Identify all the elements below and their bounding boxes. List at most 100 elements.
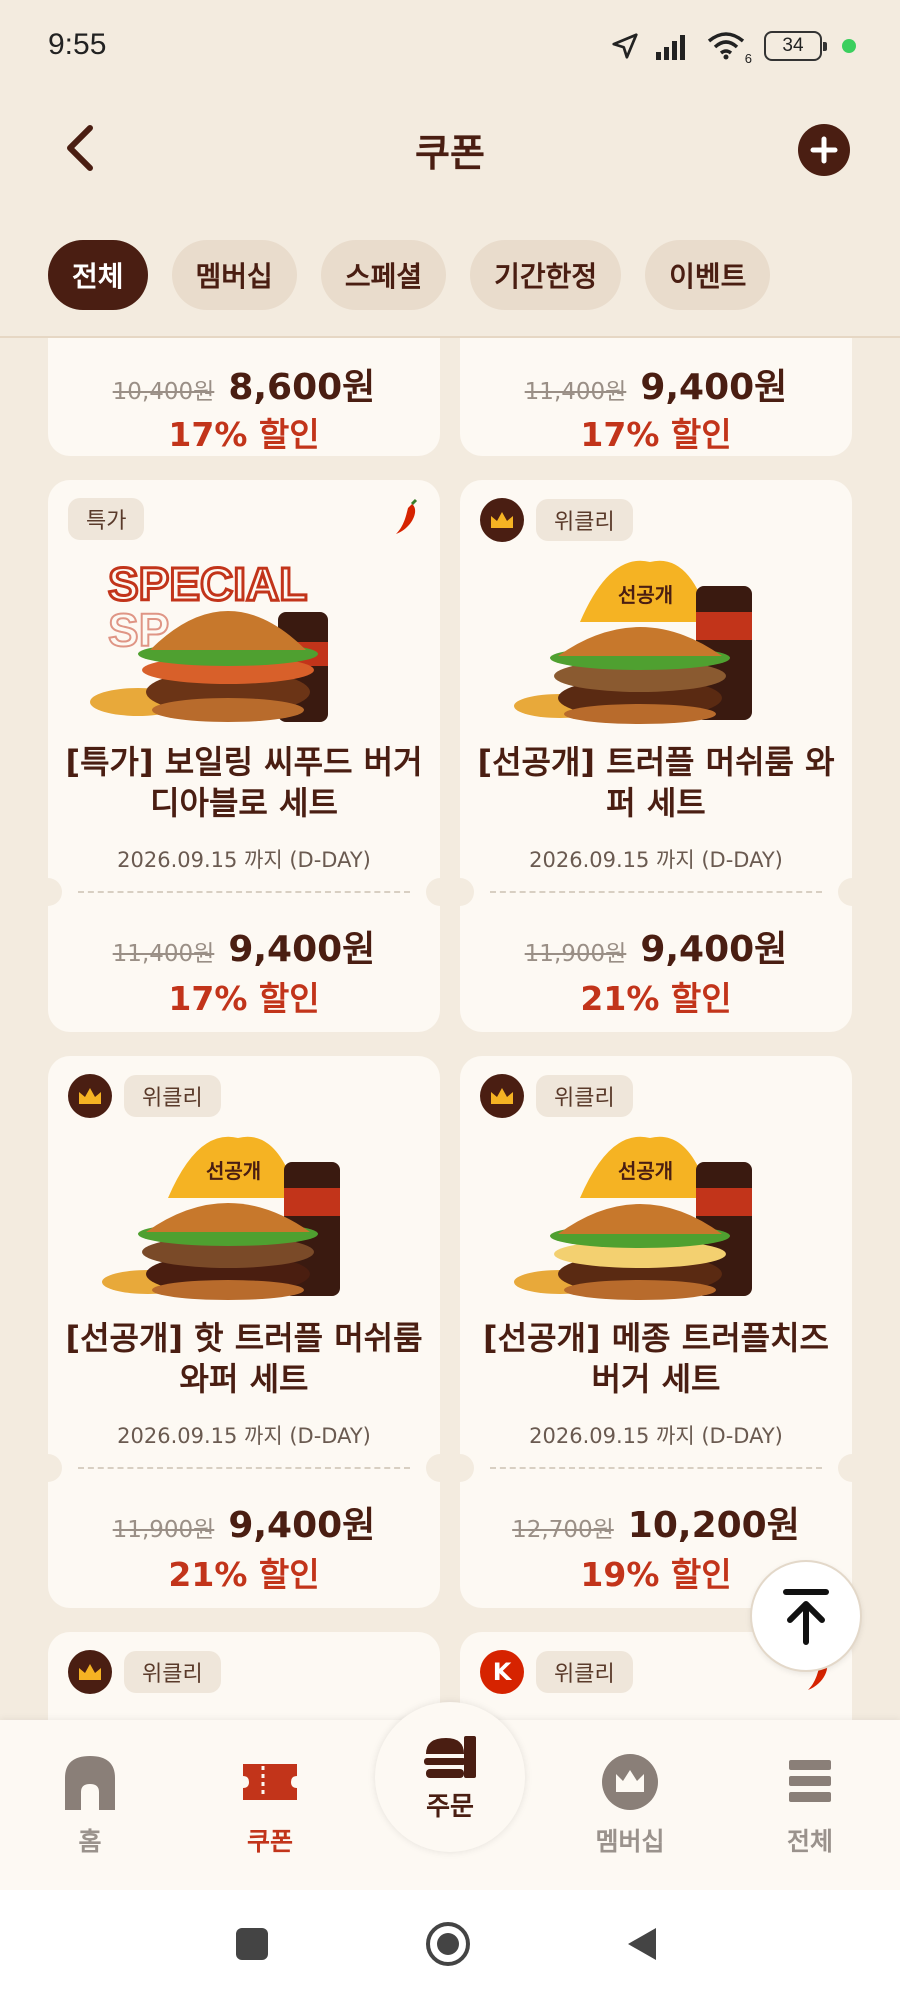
preview-text: 선공개 [618, 583, 673, 607]
original-price: 11,400원 [112, 941, 215, 967]
crown-badge [480, 498, 524, 542]
home-button[interactable] [424, 1920, 472, 1968]
coupon-card[interactable]: 10,400원 8,600원 17% 할인 [48, 338, 440, 456]
crown-badge [480, 1074, 524, 1118]
plus-icon [810, 136, 838, 164]
status-icons: 6 34 [610, 26, 856, 66]
order-label: 주문 [426, 1791, 474, 1822]
discount-label: 17% 할인 [168, 979, 320, 1018]
menu-stack-icon [789, 1760, 831, 1802]
discount-label: 17% 할인 [580, 415, 732, 454]
coupon-card[interactable]: 특가 SPECIAL SP [특가] 보일링 씨푸드 버거 디아블로 세트 20… [48, 480, 440, 1032]
page-title: 쿠폰 [415, 131, 485, 175]
system-navigation-bar [0, 1890, 900, 2001]
nav-membership[interactable]: 멤버십 [570, 1750, 690, 1858]
original-price: 10,400원 [112, 379, 215, 405]
membership-crown-icon [602, 1754, 658, 1810]
burger-set-image: SPECIAL SP [88, 552, 400, 728]
tab-limited[interactable]: 기간한정 [470, 240, 622, 310]
battery-indicator: 34 [764, 31, 827, 61]
coupon-tag: 특가 [68, 498, 145, 540]
coupon-title: [특가] 보일링 씨푸드 버거 디아블로 세트 [65, 743, 423, 822]
crown-badge [68, 1074, 112, 1118]
location-icon [612, 33, 638, 59]
sale-price: 10,200원 [627, 1505, 800, 1546]
recent-apps-button[interactable] [232, 1924, 272, 1964]
k-badge: K [480, 1650, 524, 1694]
coupon-expiry: 2026.09.15 까지 (D-DAY) [529, 1424, 783, 1448]
nav-home[interactable]: 홈 [30, 1750, 150, 1858]
sale-price: 9,400원 [640, 367, 788, 408]
badge-row: 위클리 [480, 498, 633, 542]
special-text: SPECIAL [108, 558, 307, 610]
tab-event[interactable]: 이벤트 [645, 240, 771, 310]
add-coupon-button[interactable] [798, 124, 850, 176]
original-price: 11,900원 [524, 941, 627, 967]
coupon-tag: 위클리 [536, 1651, 633, 1693]
badge-row: 위클리 [68, 1074, 221, 1118]
badge-row: 위클리 [68, 1650, 221, 1694]
crown-icon [79, 1088, 101, 1104]
nav-all[interactable]: 전체 [750, 1750, 870, 1858]
coupon-tag: 위클리 [536, 1075, 633, 1117]
ticket-icon [243, 1764, 297, 1800]
discount-label: 21% 할인 [580, 979, 732, 1018]
coupon-card[interactable]: 위클리 [48, 1632, 440, 1720]
sale-price: 8,600원 [228, 367, 376, 408]
badge-row: 위클리 [480, 1074, 633, 1118]
burger-set-image: 선공개 [88, 1128, 400, 1304]
nav-all-label: 전체 [786, 1827, 833, 1856]
tab-special[interactable]: 스페셜 [320, 240, 447, 310]
back-system-button[interactable] [622, 1924, 662, 1964]
coupon-title: [선공개] 핫 트러플 머쉬룸 와퍼 세트 [65, 1319, 423, 1398]
burger-set-image: 선공개 [500, 1128, 812, 1304]
privacy-dot [842, 39, 856, 53]
status-time: 9:55 [48, 28, 107, 61]
original-price: 11,400원 [524, 379, 627, 405]
scroll-to-top-button[interactable] [750, 1560, 862, 1672]
original-price: 11,900원 [112, 1517, 215, 1543]
nav-coupon-label: 쿠폰 [246, 1827, 293, 1856]
coupon-card[interactable]: 위클리 선공개 [선공개] 트러플 머쉬룸 와퍼 세트 2026.09.15 까… [460, 480, 852, 1032]
coupon-tag: 위클리 [124, 1075, 221, 1117]
home-icon [65, 1756, 115, 1810]
coupon-expiry: 2026.09.15 까지 (D-DAY) [117, 848, 371, 872]
order-button[interactable]: 주문 [375, 1702, 525, 1852]
burger-order-icon [424, 1735, 476, 1778]
crown-icon [491, 1088, 513, 1104]
coupon-tag: 위클리 [124, 1651, 221, 1693]
nav-membership-label: 멤버십 [595, 1827, 665, 1856]
tab-membership[interactable]: 멤버십 [171, 240, 297, 310]
coupon-card[interactable]: 위클리 선공개 [선공개] 메종 트러플치즈 버거 세트 2026.09.15 … [460, 1056, 852, 1608]
original-price: 12,700원 [512, 1517, 614, 1543]
sale-price: 9,400원 [228, 1505, 376, 1546]
preview-text: 선공개 [206, 1159, 261, 1183]
spicy-chili-icon [396, 498, 418, 534]
nav-home-label: 홈 [78, 1827, 102, 1856]
coupon-list[interactable]: 10,400원 8,600원 17% 할인 11,400원 9,400원 17%… [0, 338, 900, 1720]
badge-row: 특가 [68, 498, 145, 540]
coupon-expiry: 2026.09.15 까지 (D-DAY) [117, 1424, 371, 1448]
burger-set-image: 선공개 [500, 552, 812, 728]
status-bar: 9:55 6 34 [0, 0, 900, 96]
coupon-title: [선공개] 메종 트러플치즈 버거 세트 [483, 1319, 829, 1398]
crown-badge [68, 1650, 112, 1694]
wifi-sub: 6 [744, 51, 752, 66]
coupon-title: [선공개] 트러플 머쉬룸 와퍼 세트 [477, 743, 835, 822]
app-header: 쿠폰 [0, 96, 900, 206]
discount-label: 21% 할인 [168, 1555, 320, 1594]
coupon-card[interactable]: 11,400원 9,400원 17% 할인 [460, 338, 852, 456]
sale-price: 9,400원 [640, 929, 788, 970]
preview-text: 선공개 [618, 1159, 673, 1183]
crown-icon [79, 1664, 101, 1680]
nav-coupon[interactable]: 쿠폰 [210, 1750, 330, 1858]
coupon-tag: 위클리 [536, 499, 633, 541]
wifi-icon: 6 [706, 30, 752, 66]
coupon-expiry: 2026.09.15 까지 (D-DAY) [529, 848, 783, 872]
category-tabs: 전체 멤버십 스페셜 기간한정 이벤트 [48, 240, 771, 310]
tab-all[interactable]: 전체 [48, 240, 148, 310]
crown-icon [491, 512, 513, 528]
circle-home-icon [426, 1922, 470, 1966]
coupon-card[interactable]: 위클리 선공개 [선공개] 핫 트러플 머쉬룸 와퍼 세트 2026.09.15… [48, 1056, 440, 1608]
signal-icon [656, 35, 685, 60]
